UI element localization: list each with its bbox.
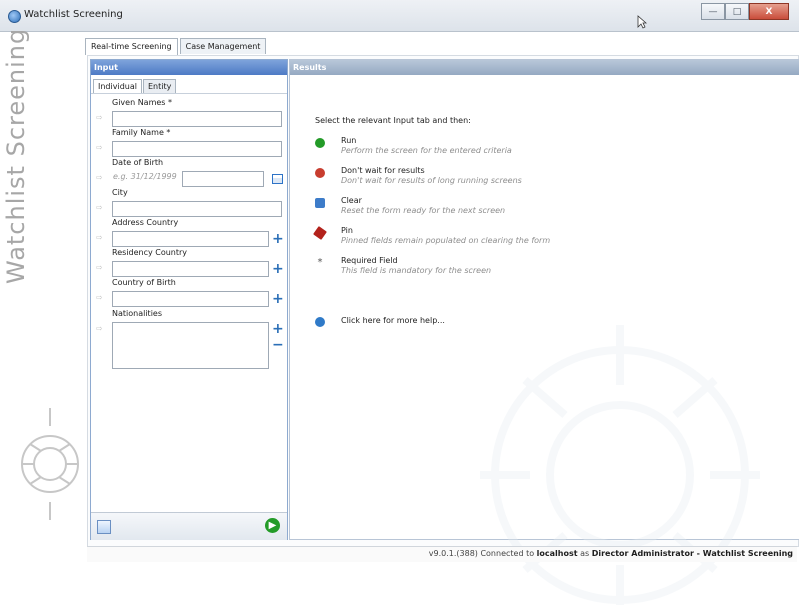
- dont-wait-icon: [315, 168, 325, 178]
- results-panel-header: Results: [290, 60, 799, 75]
- window-controls: — □ X: [701, 3, 789, 20]
- gear-watermark-icon: [21, 408, 79, 520]
- input-actions-bar: ▶: [91, 512, 287, 540]
- given-names-label: Given Names *: [112, 98, 173, 107]
- residency-country-input[interactable]: [112, 261, 269, 277]
- city-label: City: [112, 188, 128, 197]
- tab-real-time-screening[interactable]: Real-time Screening: [85, 38, 178, 55]
- date-of-birth-input[interactable]: [182, 171, 264, 187]
- window-title: Watchlist Screening: [24, 9, 123, 20]
- mouse-cursor-icon: [637, 15, 647, 29]
- maximize-button[interactable]: □: [725, 3, 749, 20]
- individual-form: Given Names * ⇨ Family Name * ⇨ Date of …: [91, 93, 287, 514]
- status-text: v9.0.1.(388) Connected to localhost as D…: [429, 549, 793, 558]
- family-name-label: Family Name *: [112, 128, 171, 137]
- result-item-dont-wait: Don't wait for results Don't wait for re…: [315, 166, 555, 190]
- add-nationality-icon[interactable]: +: [272, 322, 284, 336]
- brand-vertical-text: Watchlist Screening: [2, 27, 30, 284]
- calendar-icon[interactable]: [272, 174, 283, 184]
- help-link[interactable]: Click here for more help...: [341, 316, 445, 325]
- status-as: as: [577, 549, 592, 558]
- results-panel: Results Select the relevant Input tab an…: [289, 59, 799, 605]
- country-of-birth-input[interactable]: [112, 291, 269, 307]
- nationalities-list[interactable]: [112, 322, 269, 369]
- family-name-input[interactable]: [112, 141, 282, 157]
- required-field-title: Required Field: [341, 256, 398, 265]
- add-residency-country-icon[interactable]: +: [272, 262, 284, 276]
- address-country-label: Address Country: [112, 218, 179, 227]
- remove-nationality-icon[interactable]: −: [272, 338, 284, 352]
- pin-title: Pin: [341, 226, 353, 235]
- run-title: Run: [341, 136, 357, 145]
- result-item-clear: Clear Reset the form ready for the next …: [315, 196, 555, 220]
- status-user: Director Administrator - Watchlist Scree…: [591, 549, 793, 558]
- help-icon[interactable]: [315, 317, 325, 327]
- run-icon[interactable]: ▶: [265, 518, 280, 533]
- asterisk-icon: *: [317, 257, 323, 268]
- status-version: v9.0.1.(388) Connected to: [428, 549, 537, 558]
- clear-title: Clear: [341, 196, 362, 205]
- title-bar: Watchlist Screening — □ X: [0, 0, 799, 32]
- required-field-description: This field is mandatory for the screen: [341, 266, 492, 275]
- city-input[interactable]: [112, 201, 282, 217]
- pin-icon: [313, 226, 327, 240]
- result-item-run: Run Perform the screen for the entered c…: [315, 136, 555, 160]
- nationalities-label: Nationalities: [112, 309, 163, 318]
- input-panel-header: Input: [91, 60, 287, 75]
- pin-icon[interactable]: ⇨: [96, 234, 106, 242]
- residency-country-label: Residency Country: [112, 248, 188, 257]
- dont-wait-title: Don't wait for results: [341, 166, 425, 175]
- status-bar: v9.0.1.(388) Connected to localhost as D…: [87, 546, 797, 562]
- run-icon: [315, 138, 325, 148]
- pin-icon[interactable]: ⇨: [96, 174, 106, 182]
- clear-icon: [315, 198, 325, 208]
- result-item-pin: Pin Pinned fields remain populated on cl…: [313, 226, 555, 250]
- result-item-required: * Required Field This field is mandatory…: [315, 256, 555, 280]
- dont-wait-description: Don't wait for results of long running s…: [341, 176, 522, 185]
- main-tabs: Real-time Screening Case Management: [85, 38, 268, 55]
- pin-icon[interactable]: ⇨: [96, 264, 106, 272]
- status-host: localhost: [536, 549, 578, 558]
- results-body: Select the relevant Input tab and then: …: [290, 75, 799, 605]
- clear-icon[interactable]: [97, 520, 111, 534]
- input-panel: Input Individual Entity Given Names * ⇨ …: [90, 59, 288, 540]
- add-country-of-birth-icon[interactable]: +: [272, 292, 284, 306]
- pin-icon[interactable]: ⇨: [96, 144, 106, 152]
- input-subtabs: Individual Entity: [93, 79, 177, 94]
- tab-individual[interactable]: Individual: [93, 79, 142, 94]
- pin-icon[interactable]: ⇨: [96, 114, 106, 122]
- app-icon: [8, 10, 21, 23]
- given-names-input[interactable]: [112, 111, 282, 127]
- date-of-birth-label: Date of Birth: [112, 158, 164, 167]
- clear-description: Reset the form ready for the next screen: [341, 206, 506, 215]
- tab-entity[interactable]: Entity: [142, 79, 177, 94]
- results-intro: Select the relevant Input tab and then:: [315, 116, 471, 125]
- pin-description: Pinned fields remain populated on cleari…: [341, 236, 551, 245]
- country-of-birth-label: Country of Birth: [112, 278, 176, 287]
- close-button[interactable]: X: [749, 3, 789, 20]
- add-address-country-icon[interactable]: +: [272, 232, 284, 246]
- date-of-birth-placeholder: e.g. 31/12/1999: [113, 172, 177, 181]
- minimize-button[interactable]: —: [701, 3, 725, 20]
- pin-icon[interactable]: ⇨: [96, 204, 106, 212]
- pin-icon[interactable]: ⇨: [96, 325, 106, 333]
- run-description: Perform the screen for the entered crite…: [341, 146, 512, 155]
- pin-icon[interactable]: ⇨: [96, 294, 106, 302]
- address-country-input[interactable]: [112, 231, 269, 247]
- tab-case-management[interactable]: Case Management: [179, 38, 267, 54]
